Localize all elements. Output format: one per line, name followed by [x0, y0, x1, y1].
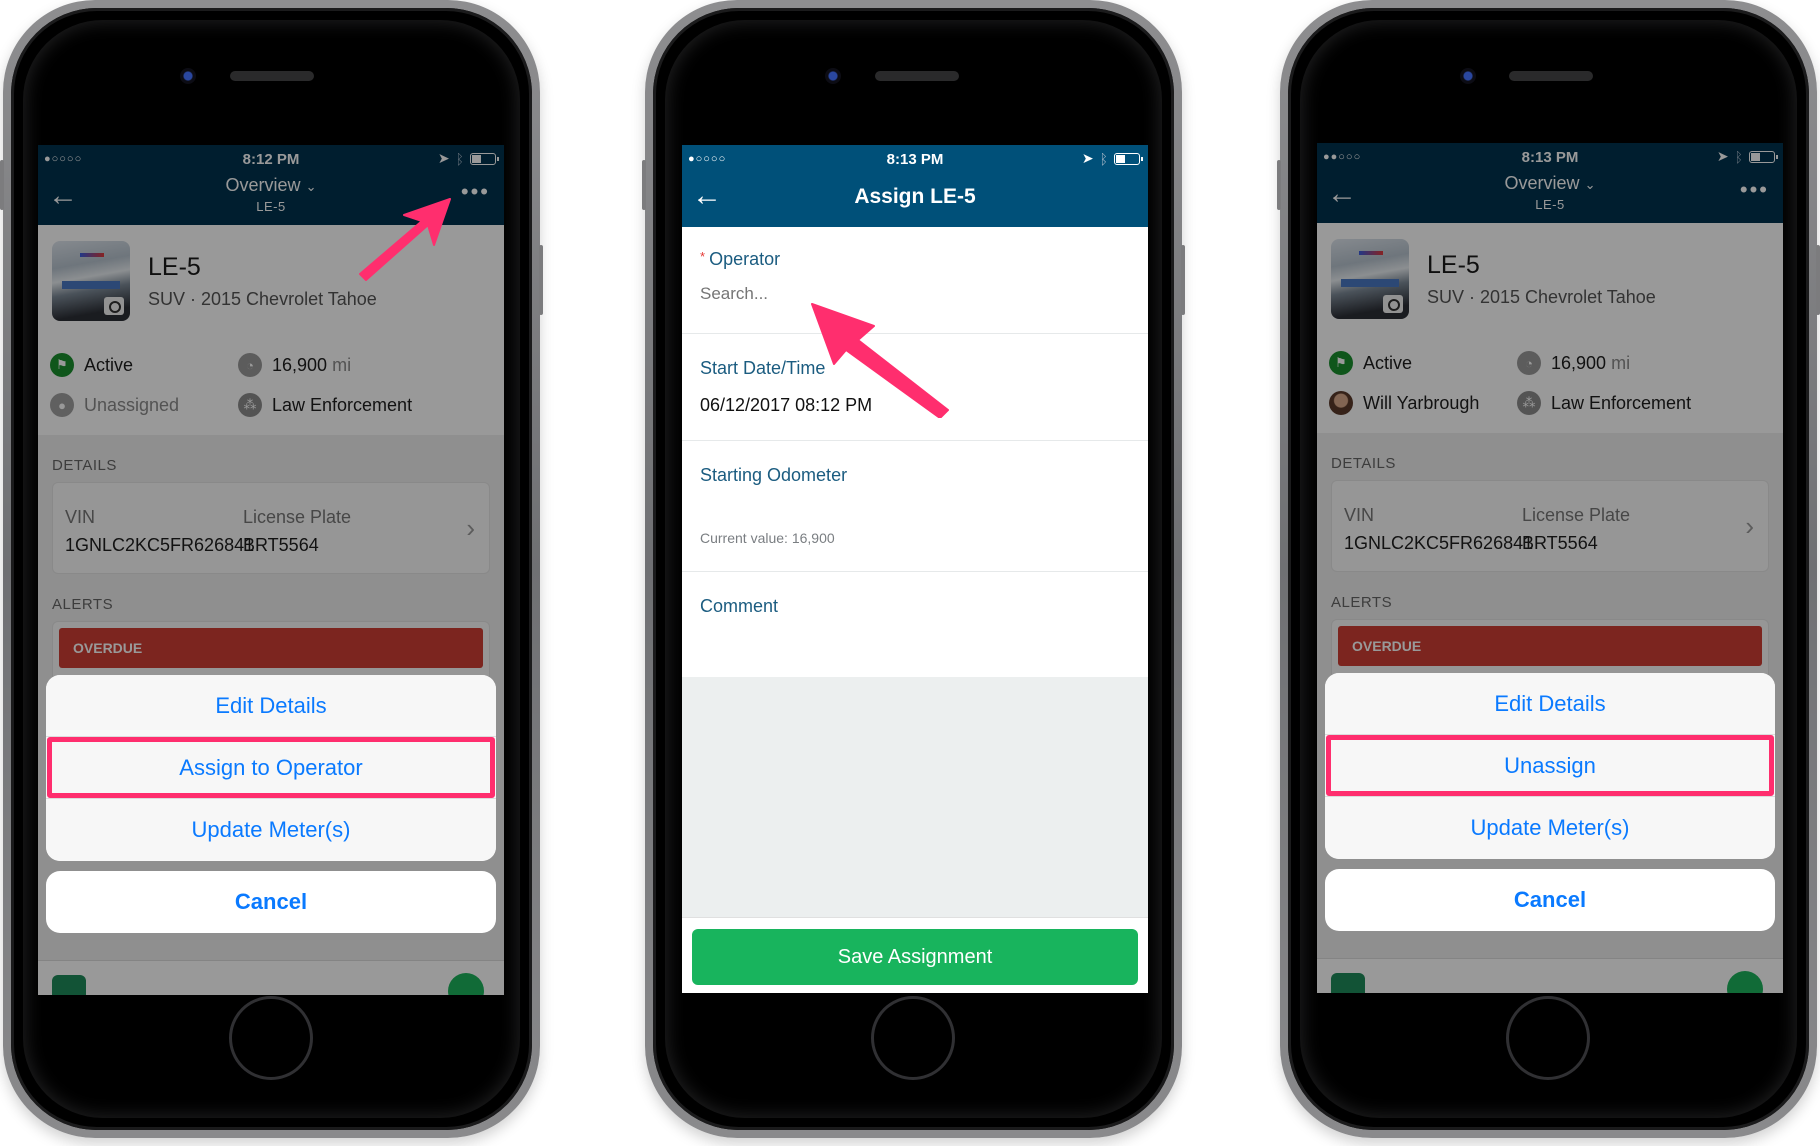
save-assignment-button[interactable]: Save Assignment [692, 929, 1138, 985]
overview-screen-1: ●○○○○ 8:12 PM ➤ ᛒ ← Overview ⌄ LE-5 ••• … [38, 145, 504, 995]
unassign-button[interactable]: Unassign [1325, 735, 1775, 797]
home-button[interactable] [871, 996, 955, 1080]
action-sheet: Edit Details Assign to Operator Update M… [46, 675, 496, 933]
status-bar: ●○○○○ 8:13 PM ➤ ᛒ [682, 145, 1148, 173]
status-time: 8:13 PM [886, 151, 944, 168]
app-header: ●○○○○ 8:13 PM ➤ ᛒ ← Assign LE-5 [682, 145, 1148, 227]
assign-to-operator-button[interactable]: Assign to Operator [46, 737, 496, 799]
action-sheet: Edit Details Unassign Update Meter(s) Ca… [1325, 673, 1775, 931]
starting-odometer-label: Starting Odometer [700, 465, 848, 485]
page-title: Assign LE-5 [854, 185, 976, 208]
operator-label: Operator [709, 249, 781, 269]
odometer-current-value: Current value: 16,900 [700, 530, 835, 546]
update-meters-button[interactable]: Update Meter(s) [1325, 797, 1775, 859]
operator-search-input[interactable] [700, 284, 1130, 304]
assign-screen: ●○○○○ 8:13 PM ➤ ᛒ ← Assign LE-5 * Operato… [682, 145, 1148, 993]
home-button[interactable] [229, 996, 313, 1080]
overview-screen-3: ●●○○○ 8:13 PM ➤ ᛒ ← Overview ⌄ LE-5 ••• … [1317, 143, 1783, 993]
front-camera [825, 68, 841, 84]
earpiece-speaker [1509, 71, 1593, 81]
earpiece-speaker [875, 71, 959, 81]
update-meters-button[interactable]: Update Meter(s) [46, 799, 496, 861]
edit-details-button[interactable]: Edit Details [1325, 673, 1775, 735]
required-indicator: * [700, 249, 706, 264]
starting-odometer-field[interactable]: Starting Odometer Current value: 16,900 [682, 441, 1148, 572]
operator-field: * Operator [682, 227, 1148, 334]
home-button[interactable] [1506, 996, 1590, 1080]
comment-field[interactable]: Comment [682, 572, 1148, 677]
start-datetime-value: 06/12/2017 08:12 PM [700, 395, 873, 415]
location-arrow-icon: ➤ [1081, 150, 1094, 166]
assign-form: *Operator Start Date/Time 06/12/2017 08:… [682, 227, 1148, 677]
battery-icon [1114, 152, 1143, 165]
power-button [1181, 245, 1185, 315]
cancel-button[interactable]: Cancel [1325, 869, 1775, 931]
bluetooth-icon: ᛒ [1099, 150, 1108, 167]
earpiece-speaker [230, 71, 314, 81]
volume-button [642, 160, 646, 210]
front-camera [1460, 68, 1476, 84]
power-button [1816, 245, 1820, 315]
nav-bar: ← Assign LE-5 [682, 173, 1148, 227]
comment-label: Comment [700, 596, 779, 616]
start-datetime-label: Start Date/Time [700, 358, 826, 378]
front-camera [180, 68, 196, 84]
power-button [539, 245, 543, 315]
start-datetime-field[interactable]: Start Date/Time 06/12/2017 08:12 PM [682, 334, 1148, 441]
volume-button [1277, 160, 1281, 210]
cancel-button[interactable]: Cancel [46, 871, 496, 933]
volume-button [0, 160, 4, 210]
edit-details-button[interactable]: Edit Details [46, 675, 496, 737]
